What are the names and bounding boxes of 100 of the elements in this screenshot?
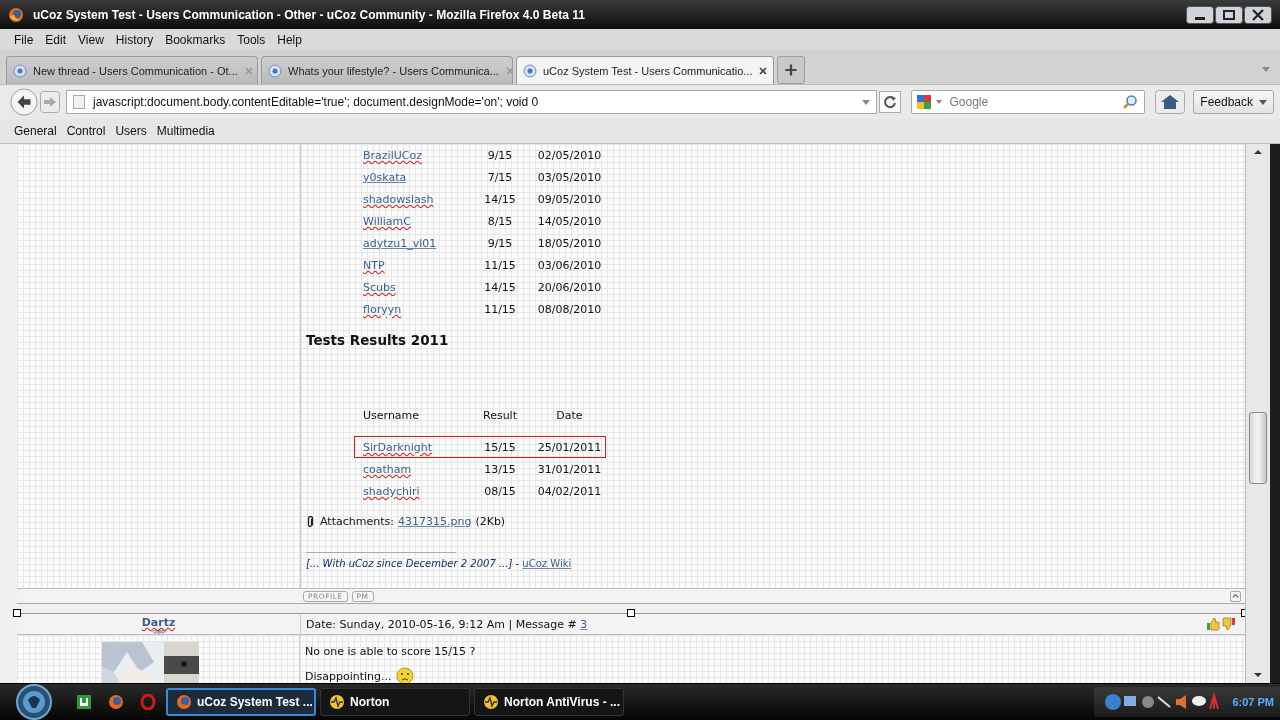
menu-item[interactable]: Tools xyxy=(231,32,272,47)
browser-tab[interactable]: Whats your lifestyle? - Users Communica... xyxy=(261,56,513,84)
tab-title: Whats your lifestyle? - Users Communica... xyxy=(288,64,499,77)
bookmark-item[interactable]: Control xyxy=(61,124,111,138)
date-cell-text: 04/02/2011 xyxy=(536,484,603,498)
menu-item[interactable]: Edit xyxy=(39,32,73,47)
window-title: uCoz System Test - Users Communication - Other - uCoz Community - Mozilla Firefox 4.0 Beta 11 xyxy=(33,7,585,22)
back-icon[interactable] xyxy=(10,88,38,116)
message-number-link[interactable]: 3 xyxy=(580,617,588,631)
site-icon xyxy=(268,63,282,78)
username-link[interactable]: coatham xyxy=(363,462,412,476)
tab-title: New thread - Users Communication - Ot... xyxy=(33,64,238,77)
sad-face-icon xyxy=(395,667,414,683)
column-header: Username xyxy=(363,408,421,422)
caret-icon[interactable] xyxy=(861,99,870,105)
browser-tab[interactable]: uCoz System Test - Users Communicatio... xyxy=(516,56,774,84)
date-text: Date: Sunday, 2010-05-16, 9:12 Am | Message # xyxy=(306,617,578,631)
taskbar-button[interactable]: uCoz System Test ... xyxy=(166,688,316,716)
search-box[interactable]: Google xyxy=(910,90,1146,114)
date-cell-text: 14/05/2010 xyxy=(536,214,603,228)
paperclip-icon xyxy=(306,515,314,528)
scroll-up-icon[interactable] xyxy=(1230,590,1241,602)
result-cell-text: 9/15 xyxy=(486,236,514,250)
search-icon[interactable] xyxy=(1122,94,1139,110)
result-cell-text: 13/15 xyxy=(483,462,517,476)
caret-icon xyxy=(1259,99,1267,105)
username-link[interactable]: WilliamC xyxy=(363,214,411,228)
username-link[interactable]: Scubs xyxy=(363,280,396,294)
date-cell-text: 31/01/2011 xyxy=(536,462,603,476)
result-cell-text: 11/15 xyxy=(483,258,517,272)
site-icon xyxy=(13,63,27,78)
column-header: Date xyxy=(555,408,584,422)
username-link[interactable]: y0skata xyxy=(363,170,407,184)
address-field[interactable]: javascript:document.body.contentEditable='true'; document.designMode='on'; void 0 xyxy=(66,90,877,114)
search-field[interactable]: Google xyxy=(947,94,1119,110)
date-cell-text: 02/05/2010 xyxy=(536,148,603,162)
page-icon xyxy=(71,94,87,110)
bookmark-item[interactable]: Multimedia xyxy=(151,124,220,138)
result-cell-text: 9/15 xyxy=(486,148,514,162)
scroll-thumb[interactable] xyxy=(1249,412,1267,484)
bookmark-item[interactable]: General xyxy=(9,124,62,138)
username-link[interactable]: BrazilUCoz xyxy=(363,148,422,162)
wiki-link[interactable]: uCoz Wiki xyxy=(522,558,572,569)
tab-title: uCoz System Test - Users Communicatio... xyxy=(543,64,753,77)
resize-handle[interactable] xyxy=(627,609,635,617)
username-link[interactable]: adytzu1_vl01 xyxy=(363,236,437,250)
result-cell-text: 11/15 xyxy=(483,302,517,316)
date-cell-text: 18/05/2010 xyxy=(536,236,603,250)
browser-tab[interactable]: New thread - Users Communication - Ot... xyxy=(6,56,258,84)
result-cell-text: 08/15 xyxy=(483,484,517,498)
close-icon[interactable] xyxy=(1244,5,1272,24)
menu-item[interactable]: File xyxy=(8,32,40,47)
maximize-icon[interactable] xyxy=(1215,5,1243,24)
taskbar-button[interactable]: Norton xyxy=(320,688,470,716)
username-link[interactable]: SirDarknight xyxy=(363,440,432,454)
date-cell-text: 08/08/2010 xyxy=(536,302,603,316)
attachment-link[interactable]: 4317315.png xyxy=(397,515,472,528)
thumbs-down-icon[interactable] xyxy=(1222,617,1236,631)
bookmark-item[interactable]: Users xyxy=(110,124,152,138)
author-link[interactable]: Dartz xyxy=(141,616,176,629)
date-cell-text: 25/01/2011 xyxy=(536,440,603,454)
start-button[interactable] xyxy=(14,684,54,720)
username-link[interactable]: shadychiri xyxy=(363,484,420,498)
username-link[interactable]: shadowslash xyxy=(363,192,434,206)
thumbs-up-icon[interactable] xyxy=(1206,617,1220,631)
home-icon[interactable] xyxy=(1155,90,1186,114)
close-icon[interactable] xyxy=(758,65,769,76)
browser-icon[interactable] xyxy=(108,694,124,710)
date-cell-text: 03/06/2010 xyxy=(536,258,603,272)
date-cell-text: 09/05/2010 xyxy=(536,192,603,206)
minimize-icon[interactable] xyxy=(1186,5,1214,24)
section-heading: Tests Results 2011 xyxy=(306,332,450,350)
pulse-icon xyxy=(483,694,499,710)
attachments-label: Attachments: xyxy=(320,515,394,528)
spreadsheet-icon[interactable] xyxy=(76,694,92,710)
taskbar-button[interactable]: Norton AntiVirus - ... xyxy=(474,688,624,716)
message-text: No one is able to score 15/15 ? xyxy=(305,644,476,658)
result-cell-text: 14/15 xyxy=(483,280,517,294)
resize-handle[interactable] xyxy=(13,609,21,617)
menu-item[interactable]: View xyxy=(72,32,110,47)
ring-icon[interactable] xyxy=(140,694,156,710)
new-tab-icon[interactable] xyxy=(777,56,805,84)
menu-item[interactable]: Bookmarks xyxy=(159,32,232,47)
date-cell-text: 20/06/2010 xyxy=(536,280,603,294)
feedback-button[interactable]: Feedback xyxy=(1193,90,1274,114)
scrollbar[interactable] xyxy=(1245,144,1280,683)
url-text: javascript:document.body.contentEditable='true'; document.designMode='on'; void 0 xyxy=(93,95,540,109)
menu-item[interactable]: History xyxy=(109,32,160,47)
menu-item[interactable]: Help xyxy=(271,32,308,47)
reload-icon[interactable] xyxy=(878,90,901,114)
signature-text: [... With uCoz since December 2 2007 ...] xyxy=(306,558,513,569)
result-cell-text: 7/15 xyxy=(486,170,514,184)
site-icon xyxy=(523,63,537,78)
pulse-icon xyxy=(329,694,345,710)
search-engine-icon[interactable] xyxy=(915,94,944,110)
file-size: (2Kb) xyxy=(475,515,506,528)
username-link[interactable]: NTP xyxy=(363,258,385,272)
username-link[interactable]: floryyn xyxy=(363,302,402,316)
clock: 6:07 PM xyxy=(1232,696,1274,708)
browser-icon xyxy=(176,694,192,710)
